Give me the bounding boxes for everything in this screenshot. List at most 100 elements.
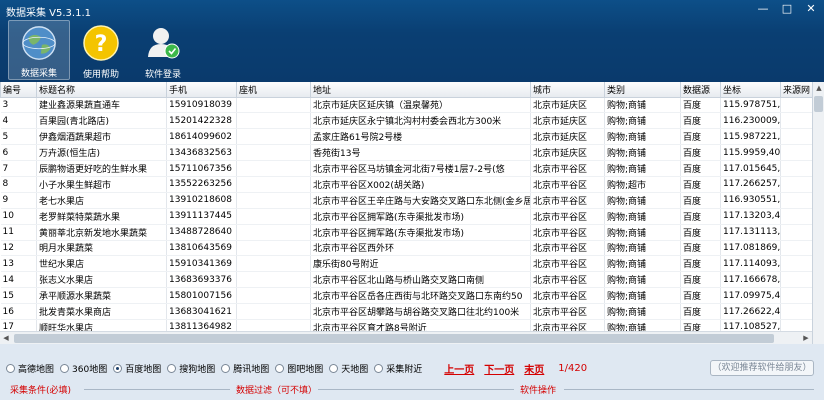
pager: 上一页 下一页 末页 1/420 [444, 361, 587, 376]
table-cell: 建业鑫源果蔬直通车 [36, 97, 167, 114]
table-cell: 117.015645,40 [720, 160, 781, 177]
tool-label: 数据采集 [20, 69, 57, 79]
user-icon [148, 28, 180, 59]
table-cell: 北京市延庆区 [530, 97, 605, 114]
last-page-link[interactable]: 末页 [524, 361, 544, 376]
table-cell: 117.09975,40. [720, 287, 781, 305]
scroll-up-icon[interactable]: ▲ [813, 82, 824, 94]
horizontal-scrollbar[interactable]: ◀ ▶ [0, 331, 812, 344]
column-header[interactable]: 地址 [310, 82, 531, 98]
column-header[interactable]: 座机 [236, 82, 311, 98]
table-cell: 北京市平谷区 [530, 192, 605, 209]
svg-text:?: ? [95, 32, 108, 57]
next-page-link[interactable]: 下一页 [484, 361, 514, 376]
table-cell [236, 224, 311, 241]
table-cell: 购物;商铺 [604, 112, 681, 130]
globe-icon [22, 26, 56, 60]
map-option-radio[interactable]: 百度地图 [113, 362, 161, 375]
table-cell: 购物;商铺 [604, 128, 681, 146]
scroll-thumb[interactable] [814, 96, 823, 112]
table-cell: 百度 [680, 160, 721, 177]
window-controls: — □ ✕ [754, 2, 820, 16]
column-header[interactable]: 数据源 [680, 82, 721, 98]
table-cell: 百果园(青北路店) [36, 112, 167, 130]
close-button[interactable]: ✕ [802, 2, 820, 16]
table-cell: 黄丽莘北京新发地水果蔬菜 [36, 224, 167, 241]
tool-help[interactable]: ? 使用帮助 [70, 20, 132, 80]
table-cell: 百度 [680, 303, 721, 320]
main-toolbar: 数据采集 ? 使用帮助 软件登录 [8, 20, 194, 80]
map-option-radio[interactable]: 采集附近 [374, 362, 422, 375]
table-cell [236, 112, 311, 130]
table-row[interactable]: 16 批发青菜水果商店 13683041621 北京市平谷区胡攀路与胡谷路交叉路口往北… [0, 303, 812, 320]
table-cell [236, 303, 311, 320]
table-row[interactable]: 9 老七水果店 13910218608 北京市平谷区王辛庄路与大安路交叉路口东北侧(金… [0, 192, 812, 209]
table-cell [780, 144, 812, 162]
app-window: 数据采集 V5.3.1.1 — □ ✕ 数据采集 ? 使用帮助 软件登录 编号 … [0, 0, 824, 400]
map-option-radio[interactable]: 天地图 [329, 362, 368, 375]
radio-icon [275, 363, 285, 373]
recommend-button[interactable]: （欢迎推荐软件给朋友） [710, 360, 814, 376]
minimize-button[interactable]: — [754, 2, 772, 16]
column-header[interactable]: 手机 [166, 82, 237, 98]
table-cell: 117.13203,40.1 [720, 208, 781, 225]
column-header[interactable]: 类别 [604, 82, 681, 98]
section-conditions: 采集条件(必填) [10, 386, 72, 396]
table-cell: 购物;商铺 [604, 160, 681, 177]
table-row[interactable]: 7 辰鹏物语更好吃的生鲜水果 15711067356 北京市平谷区马坊镇金河北街7号楼… [0, 160, 812, 177]
column-header[interactable]: 编号 [0, 82, 37, 98]
vertical-scrollbar[interactable]: ▲ [812, 82, 824, 344]
table-cell: 张志义水果店 [36, 271, 167, 289]
map-option-radio[interactable]: 腾讯地图 [221, 362, 269, 375]
table-cell: 13911137445 [166, 208, 237, 225]
table-cell: 承平顺源水果蔬菜 [36, 287, 167, 305]
prev-page-link[interactable]: 上一页 [444, 361, 474, 376]
table-cell: 4 [0, 112, 37, 130]
table-row[interactable]: 11 黄丽莘北京新发地水果蔬菜 13488728640 北京市平谷区拥军路(东寺渠批发… [0, 224, 812, 241]
scroll-left-icon[interactable]: ◀ [0, 332, 12, 345]
tool-login[interactable]: 软件登录 [132, 20, 194, 80]
map-option-radio[interactable]: 搜狗地图 [167, 362, 215, 375]
table-cell: 13 [0, 255, 37, 273]
maximize-button[interactable]: □ [778, 2, 796, 16]
table-row[interactable]: 14 张志义水果店 13683693376 北京市平谷区北山路与桥山路交叉路口南侧 北京… [0, 271, 812, 289]
table-row[interactable]: 8 小子水果生鲜超市 13552263256 北京市平谷区X002(胡关路) 北京市平谷… [0, 176, 812, 193]
map-option-radio[interactable]: 图吧地图 [275, 362, 323, 375]
table-cell: 明月水果蔬菜 [36, 240, 167, 257]
table-cell [780, 128, 812, 146]
table-row[interactable]: 13 世纪水果店 15910341369 康乐街80号附近 北京市平谷区 购物;商铺 百度 1… [0, 255, 812, 273]
table-cell: 16 [0, 303, 37, 320]
table-cell: 13436832563 [166, 144, 237, 162]
table-cell [780, 192, 812, 209]
table-cell: 辰鹏物语更好吃的生鲜水果 [36, 160, 167, 177]
scroll-right-icon[interactable]: ▶ [800, 332, 812, 345]
table-cell: 北京市平谷区X002(胡关路) [310, 176, 531, 193]
scroll-thumb[interactable] [14, 334, 774, 343]
table-row[interactable]: 10 老罗鲜菜特菜蔬水果 13911137445 北京市平谷区拥军路(东寺渠批发市场)… [0, 208, 812, 225]
column-header[interactable]: 城市 [530, 82, 605, 98]
table-cell: 伊鑫烟酒蔬果超市 [36, 128, 167, 146]
tool-data-collect[interactable]: 数据采集 [8, 20, 70, 80]
radio-label: 360地图 [72, 364, 108, 375]
map-option-radio[interactable]: 高德地图 [6, 362, 54, 375]
table-cell: 老罗鲜菜特菜蔬水果 [36, 208, 167, 225]
table-row[interactable]: 6 万卉源(恒生店) 13436832563 香苑街13号 北京市延庆区 购物;商铺 百度 1… [0, 144, 812, 162]
table-cell: 百度 [680, 271, 721, 289]
table-row[interactable]: 4 百果园(青北路店) 15201422328 北京市延庆区永宁镇北沟村村委会西北方3… [0, 112, 812, 130]
table-cell: 北京市平谷区拥军路(东寺渠批发市场) [310, 224, 531, 241]
table-row[interactable]: 5 伊鑫烟酒蔬果超市 18614099602 孟家庄路61号院2号楼 北京市延庆区 购物;… [0, 128, 812, 146]
column-header[interactable]: 来源网 [780, 82, 812, 98]
table-row[interactable]: 3 建业鑫源果蔬直通车 15910918039 北京市延庆区延庆镇（温泉馨苑） 北京市延… [0, 97, 812, 114]
window-title: 数据采集 V5.3.1.1 [6, 8, 92, 19]
column-header[interactable]: 标题名称 [36, 82, 167, 98]
table-row[interactable]: 15 承平顺源水果蔬菜 15801007156 北京市平谷区岳各庄西街与北环路交叉路口… [0, 287, 812, 305]
tool-label: 使用帮助 [82, 70, 119, 80]
map-option-radio[interactable]: 360地图 [60, 362, 107, 375]
table-cell: 3 [0, 97, 37, 114]
table-cell [780, 271, 812, 289]
table-cell [780, 97, 812, 114]
table-cell: 百度 [680, 287, 721, 305]
table-row[interactable]: 12 明月水果蔬菜 13810643569 北京市平谷区西外环 北京市平谷区 购物;商铺百… [0, 240, 812, 257]
column-header[interactable]: 坐标 [720, 82, 781, 98]
table-cell [780, 303, 812, 320]
